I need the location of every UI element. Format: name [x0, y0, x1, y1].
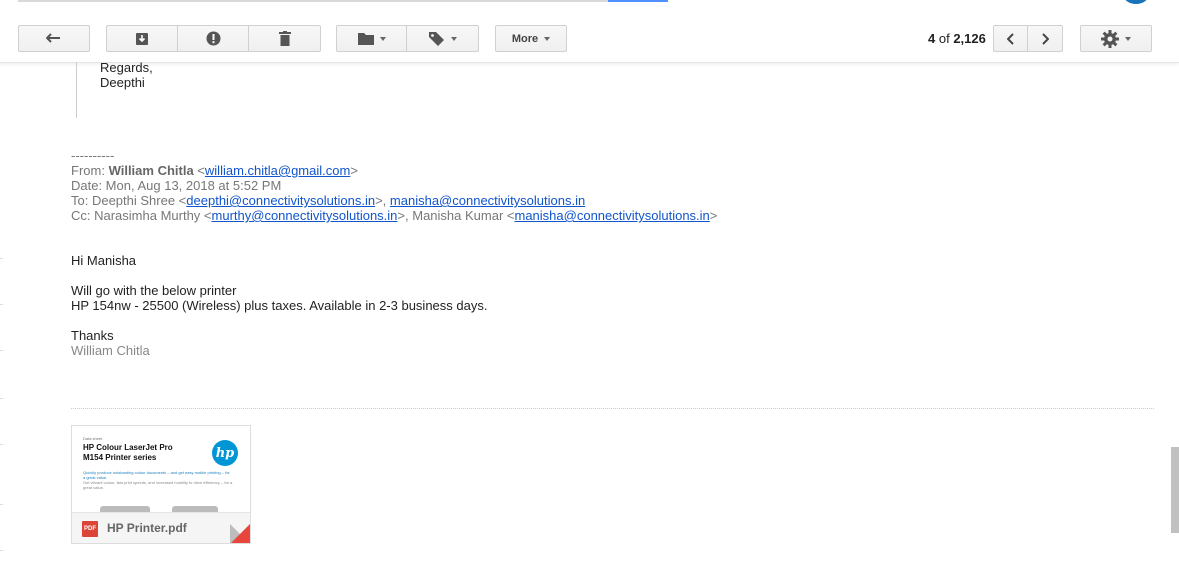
attachment-footer: PDF HP Printer.pdf	[72, 512, 250, 543]
from-email-link[interactable]: william.chitla@gmail.com	[205, 163, 350, 178]
closing: Thanks	[71, 328, 114, 343]
attachments-divider	[71, 408, 1154, 409]
left-edge-tick	[0, 444, 3, 445]
preview-title-line: HP Colour LaserJet Pro	[83, 443, 173, 452]
attachment-card[interactable]: Data sheet HP Colour LaserJet Pro M154 P…	[71, 425, 251, 544]
pdf-icon: PDF	[82, 521, 98, 537]
cc-email-link[interactable]: manisha@connectivitysolutions.in	[515, 208, 710, 223]
report-spam-button[interactable]	[178, 25, 249, 52]
counter-current: 4	[928, 31, 936, 46]
top-bar-edge	[0, 0, 1179, 12]
trash-icon	[278, 31, 291, 46]
move-to-button[interactable]	[336, 25, 407, 52]
forwarded-header: ---------- From: William Chitla <william…	[71, 148, 717, 223]
search-box-edge[interactable]	[18, 0, 608, 2]
gear-icon	[1101, 29, 1119, 48]
left-edge-tick	[0, 398, 3, 399]
report-spam-icon	[206, 31, 220, 46]
greeting: Hi Manisha	[71, 253, 137, 268]
newer-button[interactable]	[993, 25, 1028, 52]
forward-separator: ----------	[71, 148, 115, 163]
preview-subtitle: Quickly produce outstanding colour docum…	[83, 470, 230, 480]
cc-label: Cc: Narasimha Murthy <	[71, 208, 212, 223]
settings-button[interactable]	[1080, 25, 1152, 52]
counter-total: 2,126	[953, 31, 986, 46]
cc-line: Cc: Narasimha Murthy <murthy@connectivit…	[71, 208, 718, 223]
body-line: HP 154nw - 25500 (Wireless) plus taxes. …	[71, 298, 488, 313]
search-button-edge[interactable]	[608, 0, 668, 2]
scrollbar-thumb[interactable]	[1171, 447, 1179, 533]
left-edge-tick	[0, 304, 3, 305]
chevron-down-icon	[1125, 36, 1131, 41]
to-email-link[interactable]: deepthi@connectivitysolutions.in	[186, 193, 375, 208]
preview-title: HP Colour LaserJet Pro M154 Printer seri…	[83, 443, 193, 463]
preview-small-label: Data sheet	[83, 436, 103, 441]
body-line: Will go with the below printer	[71, 283, 237, 298]
more-label: More	[511, 32, 539, 45]
chevron-down-icon	[450, 36, 457, 41]
chevron-left-icon	[1006, 32, 1014, 45]
left-edge-tick	[0, 258, 3, 259]
attachment-filename: HP Printer.pdf	[107, 521, 187, 535]
to-label: To: Deepthi Shree <	[71, 193, 187, 208]
preview-title-line: M154 Printer series	[83, 453, 157, 462]
to-line: To: Deepthi Shree <deepthi@connectivitys…	[71, 193, 586, 208]
cc-email-link[interactable]: murthy@connectivitysolutions.in	[212, 208, 398, 223]
folder-icon	[357, 33, 374, 45]
hp-logo-icon: hp	[212, 440, 238, 466]
message-toolbar: More 4 of 2,126	[0, 18, 1179, 63]
action-button-group	[106, 25, 321, 52]
counter-of: of	[938, 31, 950, 46]
to-email-link[interactable]: manisha@connectivitysolutions.in	[390, 193, 585, 208]
message-body: Hi Manisha Will go with the below printe…	[71, 253, 487, 358]
attachment-preview: Data sheet HP Colour LaserJet Pro M154 P…	[72, 426, 250, 512]
chevron-right-icon	[1042, 32, 1049, 45]
pagination-group	[993, 25, 1063, 52]
message-counter: 4 of 2,126	[928, 31, 986, 46]
left-edge-tick	[0, 504, 3, 505]
older-button[interactable]	[1028, 25, 1063, 52]
signature: William Chitla	[71, 343, 150, 358]
organize-button-group	[336, 25, 479, 52]
preview-body: Get vibrant colour, fast print speeds, a…	[83, 480, 233, 490]
back-arrow-icon	[46, 32, 60, 43]
from-name: William Chitla	[108, 163, 194, 178]
from-line: From: William Chitla <william.chitla@gma…	[71, 163, 358, 178]
labels-button[interactable]	[407, 25, 479, 52]
date-line: Date: Mon, Aug 13, 2018 at 5:52 PM	[71, 178, 282, 193]
page-fold-icon	[230, 524, 250, 543]
from-label: From:	[71, 163, 109, 178]
cc-name: Manisha Kumar	[412, 208, 504, 223]
quoted-text: Regards, Deepthi	[100, 60, 153, 90]
account-avatar[interactable]	[1124, 0, 1148, 4]
more-button[interactable]: More	[495, 25, 567, 52]
left-edge-tick	[0, 550, 3, 551]
chevron-down-icon	[544, 36, 551, 41]
archive-button[interactable]	[106, 25, 178, 52]
archive-icon	[136, 32, 148, 45]
left-edge-tick	[0, 350, 3, 351]
back-button[interactable]	[18, 25, 90, 52]
quoted-line: Regards,	[100, 60, 153, 75]
label-tag-icon	[428, 31, 444, 46]
quote-bar	[76, 62, 77, 118]
quoted-line: Deepthi	[100, 75, 145, 90]
chevron-down-icon	[379, 36, 386, 41]
delete-button[interactable]	[249, 25, 321, 52]
